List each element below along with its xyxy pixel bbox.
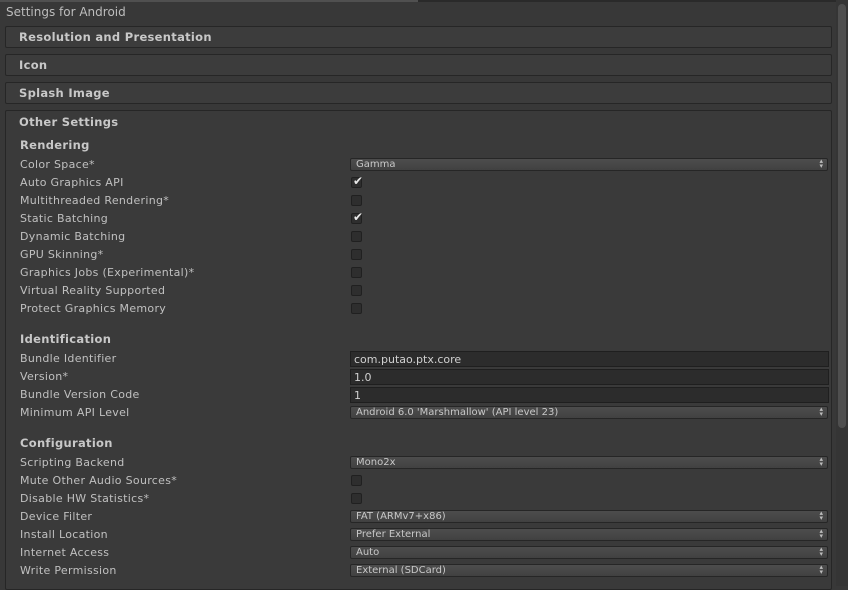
- foldout-label: Icon: [19, 58, 48, 72]
- textfield-value: 1: [354, 389, 361, 402]
- label-virtual-reality-supported: Virtual Reality Supported: [20, 284, 166, 297]
- checkbox-protect-graphics-memory[interactable]: [351, 303, 362, 314]
- foldout-resolution-and-presentation[interactable]: Resolution and Presentation: [5, 26, 832, 48]
- checkbox-gpu-skinning[interactable]: [351, 249, 362, 260]
- label-protect-graphics-memory: Protect Graphics Memory: [20, 302, 167, 315]
- label-disable-hw-statistics: Disable HW Statistics*: [20, 492, 150, 505]
- scrollbar-track[interactable]: [836, 0, 848, 586]
- textfield-bundle-version-code[interactable]: 1: [350, 387, 829, 403]
- label-install-location: Install Location: [20, 528, 108, 541]
- top-edge-bar: [0, 0, 848, 2]
- label-gpu-skinning: GPU Skinning*: [20, 248, 104, 261]
- scrollbar-thumb[interactable]: [838, 4, 846, 428]
- window-title: Settings for Android: [6, 5, 126, 19]
- checkbox-static-batching[interactable]: ✔: [351, 210, 364, 224]
- dropdown-value: Prefer External: [356, 529, 431, 540]
- checkbox-auto-graphics-api[interactable]: ✔: [351, 174, 364, 188]
- label-minimum-api-level: Minimum API Level: [20, 406, 130, 419]
- updown-arrows-icon: ▴ ▾: [819, 405, 823, 418]
- updown-arrows-icon: ▴ ▾: [819, 455, 823, 468]
- checkbox-dynamic-batching[interactable]: [351, 231, 362, 242]
- updown-arrows-icon: ▴ ▾: [819, 563, 823, 576]
- checkbox-graphics-jobs-experimental[interactable]: [351, 267, 362, 278]
- dropdown-value: Android 6.0 'Marshmallow' (API level 23): [356, 407, 559, 418]
- top-edge-segment: [0, 0, 418, 2]
- label-mute-other-audio-sources: Mute Other Audio Sources*: [20, 474, 178, 487]
- checkbox-virtual-reality-supported[interactable]: [351, 285, 362, 296]
- label-bundle-identifier: Bundle Identifier: [20, 352, 117, 365]
- label-device-filter: Device Filter: [20, 510, 93, 523]
- label-auto-graphics-api: Auto Graphics API: [20, 176, 124, 189]
- dropdown-scripting-backend[interactable]: Mono2x ▴ ▾: [350, 456, 828, 469]
- label-version: Version*: [20, 370, 69, 383]
- updown-arrows-icon: ▴ ▾: [819, 509, 823, 522]
- updown-arrows-icon: ▴ ▾: [819, 157, 823, 170]
- checkbox-mute-other-audio-sources[interactable]: [351, 475, 362, 486]
- section-title-configuration: Configuration: [20, 436, 113, 450]
- checkbox-disable-hw-statistics[interactable]: [351, 493, 362, 504]
- dropdown-value: Mono2x: [356, 457, 396, 468]
- foldout-other-settings-label[interactable]: Other Settings: [19, 115, 118, 129]
- updown-arrows-icon: ▴ ▾: [819, 545, 823, 558]
- checkmark-icon: ✔: [353, 210, 364, 224]
- label-multithreaded-rendering: Multithreaded Rendering*: [20, 194, 170, 207]
- foldout-label: Resolution and Presentation: [19, 30, 212, 44]
- label-static-batching: Static Batching: [20, 212, 109, 225]
- dropdown-install-location[interactable]: Prefer External ▴ ▾: [350, 528, 828, 541]
- foldout-icon[interactable]: Icon: [5, 54, 832, 76]
- dropdown-internet-access[interactable]: Auto ▴ ▾: [350, 546, 828, 559]
- textfield-value: com.putao.ptx.core: [354, 353, 462, 366]
- checkmark-icon: ✔: [353, 174, 364, 188]
- label-write-permission: Write Permission: [20, 564, 117, 577]
- label-dynamic-batching: Dynamic Batching: [20, 230, 126, 243]
- dropdown-device-filter[interactable]: FAT (ARMv7+x86) ▴ ▾: [350, 510, 828, 523]
- dropdown-value: Gamma: [356, 159, 396, 170]
- label-scripting-backend: Scripting Backend: [20, 456, 125, 469]
- foldout-splash-image[interactable]: Splash Image: [5, 82, 832, 104]
- label-graphics-jobs-experimental: Graphics Jobs (Experimental)*: [20, 266, 195, 279]
- section-title-rendering: Rendering: [20, 138, 90, 152]
- dropdown-write-permission[interactable]: External (SDCard) ▴ ▾: [350, 564, 828, 577]
- dropdown-minimum-api-level[interactable]: Android 6.0 'Marshmallow' (API level 23)…: [350, 406, 828, 419]
- foldout-label: Splash Image: [19, 86, 110, 100]
- label-internet-access: Internet Access: [20, 546, 110, 559]
- dropdown-value: FAT (ARMv7+x86): [356, 511, 446, 522]
- checkbox-multithreaded-rendering[interactable]: [351, 195, 362, 206]
- updown-arrows-icon: ▴ ▾: [819, 527, 823, 540]
- label-bundle-version-code: Bundle Version Code: [20, 388, 140, 401]
- textfield-version[interactable]: 1.0: [350, 369, 829, 385]
- textfield-value: 1.0: [354, 371, 372, 384]
- dropdown-value: Auto: [356, 547, 380, 558]
- label-color-space: Color Space*: [20, 158, 95, 171]
- dropdown-color-space[interactable]: Gamma ▴ ▾: [350, 158, 828, 171]
- dropdown-value: External (SDCard): [356, 565, 446, 576]
- section-title-identification: Identification: [20, 332, 112, 346]
- textfield-bundle-identifier[interactable]: com.putao.ptx.core: [350, 351, 829, 367]
